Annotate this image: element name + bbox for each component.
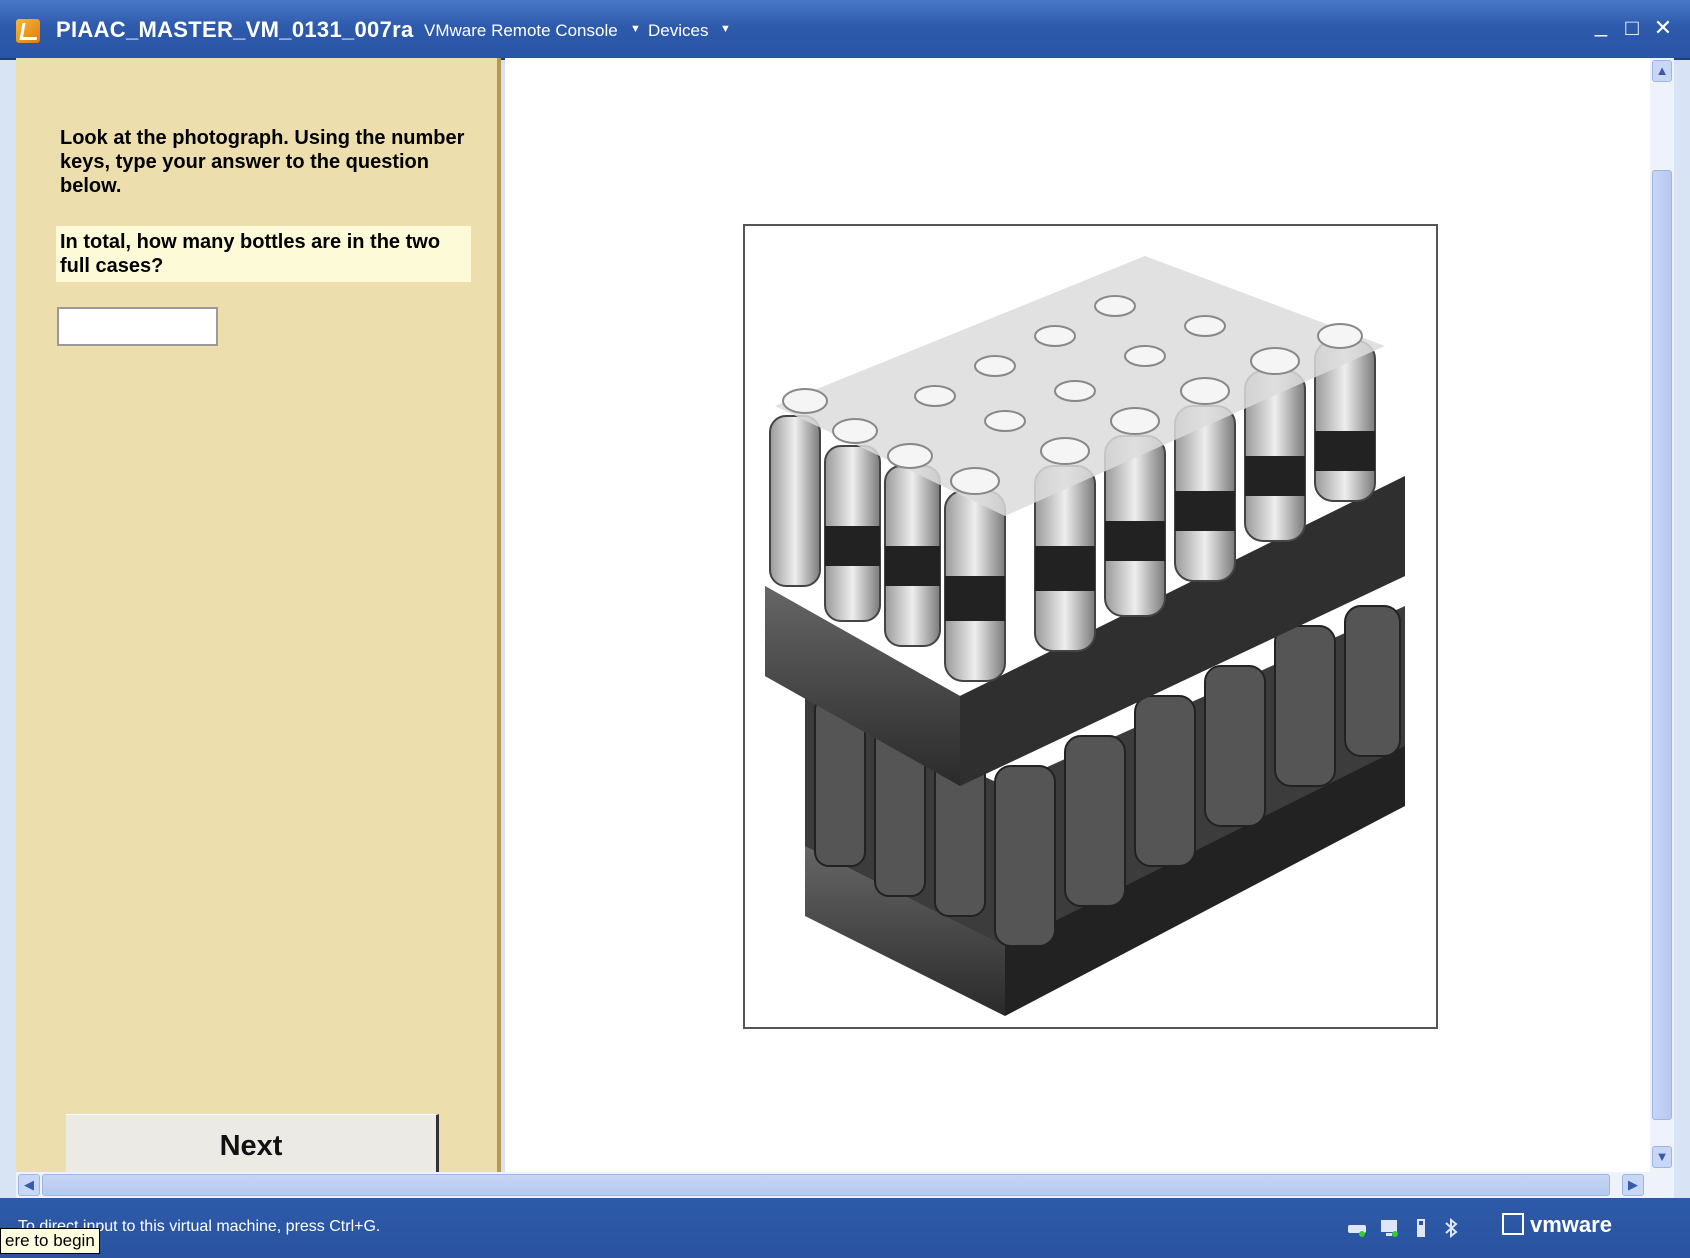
window-title: PIAAC_MASTER_VM_0131_007ra xyxy=(56,17,414,42)
hard-disk-icon[interactable] xyxy=(1346,1217,1368,1239)
minimize-icon[interactable]: _ xyxy=(1590,14,1612,36)
scroll-right-icon[interactable]: ▶ xyxy=(1622,1174,1644,1196)
vmware-logo: vmware xyxy=(1502,1212,1612,1238)
title-bar[interactable]: PIAAC_MASTER_VM_0131_007ra VMware Remote… xyxy=(0,0,1690,60)
photograph-frame xyxy=(743,224,1438,1029)
scroll-up-icon[interactable]: ▲ xyxy=(1652,60,1672,82)
tooltip: ere to begin xyxy=(0,1228,100,1254)
horizontal-scrollbar[interactable]: ◀ ▶ xyxy=(16,1172,1674,1198)
scroll-left-icon[interactable]: ◀ xyxy=(18,1174,40,1196)
stimulus-area xyxy=(505,58,1650,1172)
next-button[interactable]: Next xyxy=(66,1114,439,1174)
question-text: In total, how many bottles are in the tw… xyxy=(56,226,471,282)
vmware-app-icon xyxy=(16,19,40,43)
vertical-scroll-thumb[interactable] xyxy=(1652,170,1672,1120)
chevron-down-icon[interactable]: ▼ xyxy=(720,23,731,35)
menu-vmware-remote-console[interactable]: VMware Remote Console xyxy=(424,21,618,41)
bluetooth-icon[interactable] xyxy=(1440,1217,1462,1239)
maximize-icon[interactable]: □ xyxy=(1621,17,1643,39)
vmware-brand-text: vmware xyxy=(1530,1212,1612,1237)
chevron-down-icon[interactable]: ▼ xyxy=(630,23,641,35)
close-icon[interactable]: ✕ xyxy=(1652,17,1674,39)
task-panel: Look at the photograph. Using the number… xyxy=(16,58,501,1174)
water-bottle-cases-photo xyxy=(765,256,1405,1016)
usb-icon[interactable] xyxy=(1410,1217,1432,1239)
instruction-text: Look at the photograph. Using the number… xyxy=(60,127,465,197)
vertical-scrollbar[interactable]: ▲ ▼ xyxy=(1650,58,1674,1172)
menu-devices[interactable]: Devices xyxy=(648,21,708,41)
vmware-logo-icon xyxy=(1502,1213,1524,1235)
answer-input[interactable] xyxy=(57,307,218,346)
status-bar: To direct input to this virtual machine,… xyxy=(0,1198,1690,1258)
horizontal-scroll-thumb[interactable] xyxy=(42,1174,1610,1196)
scroll-down-icon[interactable]: ▼ xyxy=(1652,1146,1672,1168)
network-icon[interactable] xyxy=(1378,1217,1400,1239)
